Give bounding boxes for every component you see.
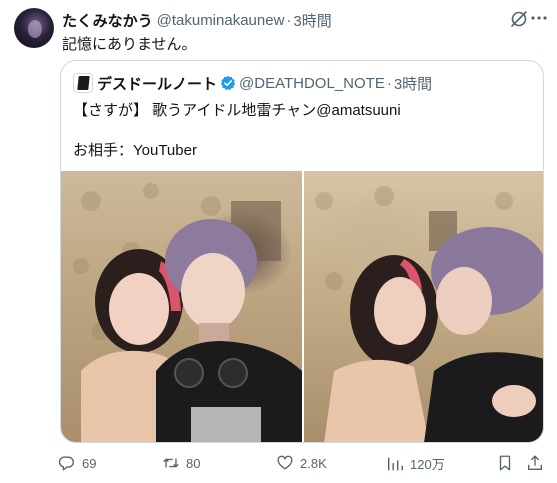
reply-button[interactable]: 69 xyxy=(58,454,96,472)
grok-icon[interactable] xyxy=(509,9,529,29)
views-button[interactable]: 120万 xyxy=(386,454,445,473)
quote-header: デスドールノート @DEATHDOL_NOTE · 3時間 xyxy=(73,73,432,93)
quote-separator-dot: · xyxy=(386,74,392,92)
reply-icon xyxy=(58,456,74,471)
share-icon xyxy=(528,455,542,470)
separator-dot: · xyxy=(286,11,292,29)
reply-count: 69 xyxy=(82,455,97,471)
author-display-name[interactable]: たくみなかう xyxy=(62,10,153,31)
bookmark-button[interactable] xyxy=(496,454,514,472)
like-button[interactable]: 2.8K xyxy=(276,454,327,472)
view-count: 120万 xyxy=(410,457,445,472)
tweet-header: たくみなかう @takuminakaunew · 3時間 xyxy=(62,10,507,30)
author-handle[interactable]: @takuminakaunew xyxy=(157,12,285,29)
retweet-count: 80 xyxy=(186,455,201,471)
more-icon[interactable] xyxy=(529,8,549,28)
tweet-text: 記憶にありません。 xyxy=(62,36,197,53)
quote-body: 【さすが】 歌うアイドル地雷チャン@amatsuuni お相手：YouTuber xyxy=(73,102,401,159)
photo-2[interactable] xyxy=(304,171,543,442)
quote-author-avatar xyxy=(73,73,93,93)
retweet-button[interactable]: 80 xyxy=(162,454,200,472)
quote-author-display-name: デスドールノート xyxy=(97,75,218,93)
quote-time: 3時間 xyxy=(393,75,433,93)
share-button[interactable] xyxy=(526,454,544,472)
photo-1[interactable] xyxy=(61,171,302,442)
quote-author-handle: @DEATHDOL_NOTE xyxy=(239,74,385,92)
views-icon xyxy=(387,457,403,470)
tweet-time[interactable]: 3時間 xyxy=(293,10,331,31)
verified-badge-icon xyxy=(220,75,236,90)
retweet-icon xyxy=(163,458,179,468)
bookmark-icon xyxy=(499,455,511,471)
quoted-tweet[interactable]: デスドールノート @DEATHDOL_NOTE · 3時間 【さすが】 歌うアイ… xyxy=(60,60,544,443)
media-grid xyxy=(61,171,543,442)
author-avatar[interactable] xyxy=(14,8,54,48)
like-count: 2.8K xyxy=(300,455,327,471)
heart-icon xyxy=(277,455,293,470)
action-bar: 69 80 2.8K 120万 xyxy=(58,452,546,474)
